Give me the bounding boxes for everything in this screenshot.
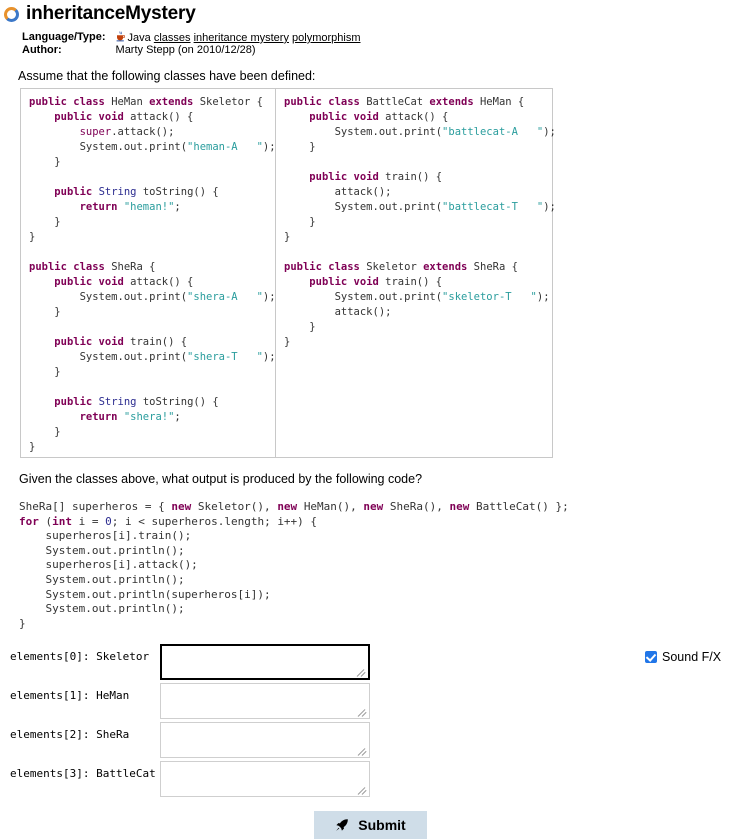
sound-fx-label: Sound F/X xyxy=(662,650,722,664)
loading-circle-icon xyxy=(4,6,19,22)
sound-fx-control[interactable]: Sound F/X xyxy=(645,650,721,664)
answer-row: elements[3]: BattleCat xyxy=(0,761,732,800)
class-code-right: public class BattleCat extends HeMan { p… xyxy=(284,96,556,348)
assume-text: Assume that the following classes have b… xyxy=(18,68,316,83)
answer-label-1: elements[1]: HeMan xyxy=(10,689,130,702)
answer-input-1[interactable] xyxy=(160,683,370,719)
java-coffee-cup-icon xyxy=(116,31,125,42)
answer-label-0: elements[0]: Skeletor xyxy=(10,650,150,663)
page-title: inheritanceMystery xyxy=(26,3,196,24)
author-value: Marty Stepp (on 2010/12/28) xyxy=(115,44,256,57)
exercise-page: inheritanceMystery Language/Type: Java c… xyxy=(0,0,732,839)
question-prompt: Given the classes above, what output is … xyxy=(19,472,423,486)
answer-row: elements[1]: HeMan xyxy=(0,683,732,722)
class-code-left-column: public class HeMan extends Skeletor { pu… xyxy=(21,89,276,457)
metadata-block: Language/Type: Java classes inheritance … xyxy=(22,31,732,57)
class-code-right-column: public class BattleCat extends HeMan { p… xyxy=(275,89,556,457)
answer-label-2: elements[2]: SheRa xyxy=(10,728,130,741)
submit-button-label: Submit xyxy=(358,817,406,833)
answer-label-3: elements[3]: BattleCat xyxy=(10,767,156,780)
class-code-left: public class HeMan extends Skeletor { pu… xyxy=(29,96,276,453)
class-definitions-panel: public class HeMan extends Skeletor { pu… xyxy=(20,88,556,458)
question-code: SheRa[] superheros = { new Skeletor(), n… xyxy=(19,500,569,630)
tag-link-polymorphism[interactable]: polymorphism xyxy=(292,32,360,44)
page-header: inheritanceMystery xyxy=(0,0,732,25)
answer-input-0[interactable] xyxy=(160,644,370,680)
language-name: Java xyxy=(127,31,151,44)
answers-section: elements[0]: Skeletor elements[1]: HeMan… xyxy=(0,644,732,800)
tag-link-inheritance-mystery[interactable]: inheritance mystery xyxy=(194,32,289,44)
answer-row: elements[0]: Skeletor xyxy=(0,644,732,683)
tag-link-classes[interactable]: classes xyxy=(154,32,191,44)
answer-input-3[interactable] xyxy=(160,761,370,797)
sound-fx-checkbox[interactable] xyxy=(645,651,657,663)
language-type-label: Language/Type: xyxy=(22,30,106,43)
author-label: Author: xyxy=(22,44,62,57)
language-type-value: Java classes inheritance mystery polymor… xyxy=(116,31,361,45)
answer-row: elements[2]: SheRa xyxy=(0,722,732,761)
submit-button[interactable]: Submit xyxy=(314,811,427,839)
rocket-icon xyxy=(336,819,349,831)
answer-input-2[interactable] xyxy=(160,722,370,758)
